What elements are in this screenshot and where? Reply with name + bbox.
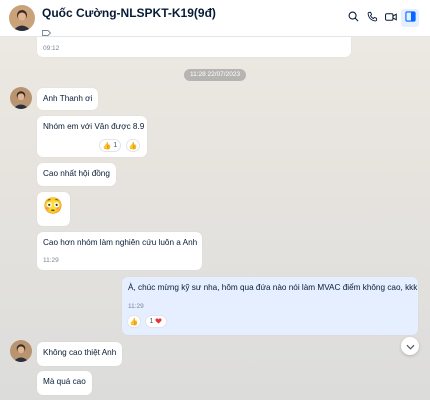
reaction-count: 1 (113, 142, 118, 149)
reaction-count: 1 (149, 318, 154, 325)
message-text: Cao nhất hội đồng (43, 169, 110, 178)
panel-icon (404, 9, 416, 27)
message-bubble[interactable]: Cao hơn nhóm làm nghiên cứu luôn a Anh 1… (37, 232, 202, 270)
reaction-summary[interactable]: 👍 1 (99, 139, 121, 152)
react-button[interactable]: 👍 (127, 315, 141, 328)
message-bubble[interactable]: 09:12 (37, 37, 351, 57)
message-bubble[interactable]: Không cao thiệt Anh (37, 342, 123, 366)
search-icon (348, 9, 359, 27)
date-separator: 11:28 22/07/2023 (184, 69, 246, 81)
tag-icon[interactable] (42, 23, 52, 36)
my-message-bubble[interactable]: À, chúc mừng kỹ sư nha, hôm qua đứa nào … (122, 277, 418, 335)
message-text: Anh Thanh ơi (43, 94, 93, 103)
message-bubble[interactable]: Mà quá cao (37, 371, 92, 395)
reaction-summary[interactable]: 1 (145, 315, 167, 328)
message-text: Nhóm em với Vân được 8.9 (43, 122, 145, 131)
thumbs-up-icon: 👍 (128, 142, 138, 150)
video-call-button[interactable] (383, 10, 399, 26)
conversation-title[interactable]: Quốc Cường-NLSPKT-K19(9đ) (42, 6, 216, 20)
message-text: Cao hơn nhóm làm nghiên cứu luôn a Anh (43, 238, 198, 247)
search-button[interactable] (345, 10, 361, 26)
voice-call-button[interactable] (364, 10, 380, 26)
avatar[interactable] (10, 87, 32, 109)
message-text: Mà quá cao (43, 377, 86, 386)
message-bubble[interactable]: Cao nhất hội đồng (37, 163, 116, 186)
message-time: 11:29 (43, 257, 59, 264)
conversation-header: Quốc Cường-NLSPKT-K19(9đ) (0, 0, 430, 37)
message-time: 09:12 (43, 45, 60, 52)
heart-icon (155, 317, 163, 326)
message-bubble[interactable]: 😳 (37, 192, 70, 226)
message-text: Không cao thiệt Anh (43, 348, 117, 357)
avatar[interactable] (10, 340, 32, 362)
scroll-to-bottom-button[interactable] (401, 337, 419, 355)
chat-area[interactable]: 09:12 11:28 22/07/2023 Anh Thanh ơi Nhóm… (0, 37, 430, 400)
thumbs-up-icon: 👍 (129, 318, 139, 326)
thumbs-up-icon: 👍 (102, 142, 112, 150)
message-bubble[interactable]: Anh Thanh ơi (37, 88, 99, 110)
conversation-info-button[interactable] (401, 9, 419, 27)
contact-avatar[interactable] (9, 5, 35, 31)
video-icon (385, 9, 397, 27)
message-time: 11:29 (128, 303, 144, 310)
phone-icon (367, 9, 378, 27)
message-text: À, chúc mừng kỹ sư nha, hôm qua đứa nào … (128, 283, 418, 292)
react-button[interactable]: 👍 (126, 139, 140, 152)
flushed-emoji: 😳 (43, 198, 63, 215)
chevron-down-icon (405, 337, 415, 355)
